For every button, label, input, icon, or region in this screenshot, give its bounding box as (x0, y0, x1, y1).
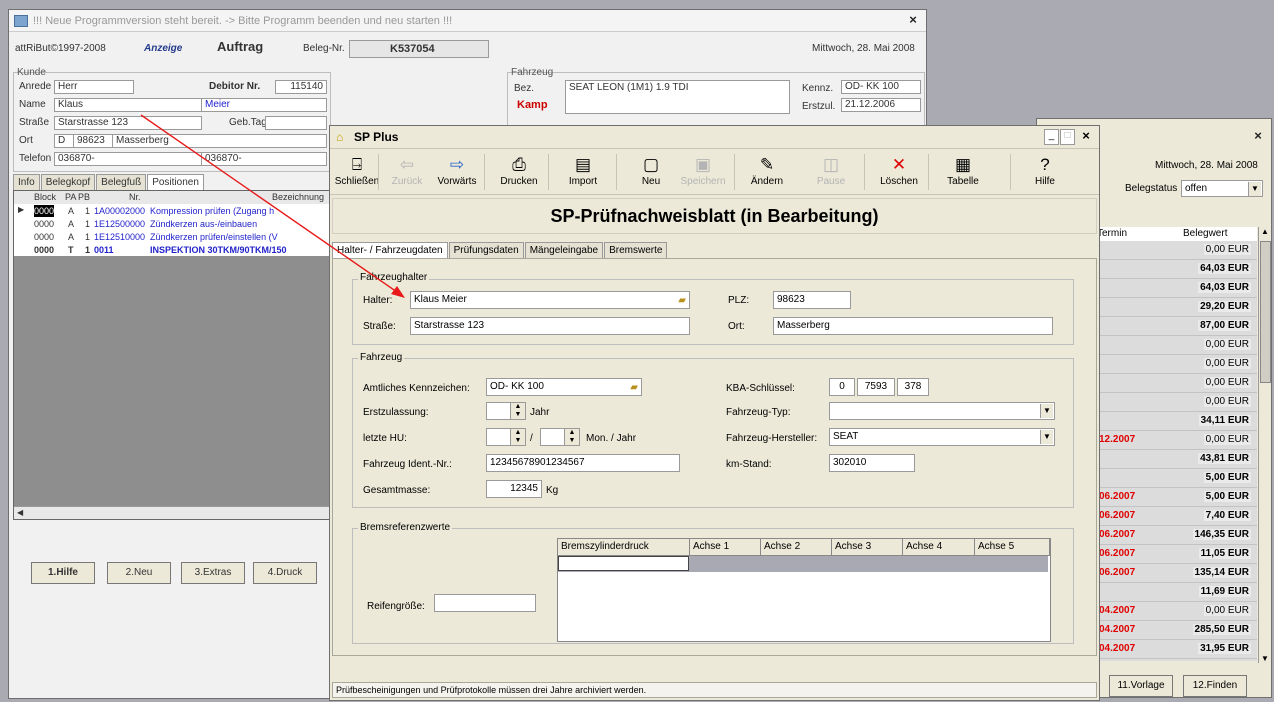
annotation-arrow (140, 114, 405, 298)
arrow-head-icon (391, 286, 405, 298)
arrow-line (140, 114, 398, 293)
